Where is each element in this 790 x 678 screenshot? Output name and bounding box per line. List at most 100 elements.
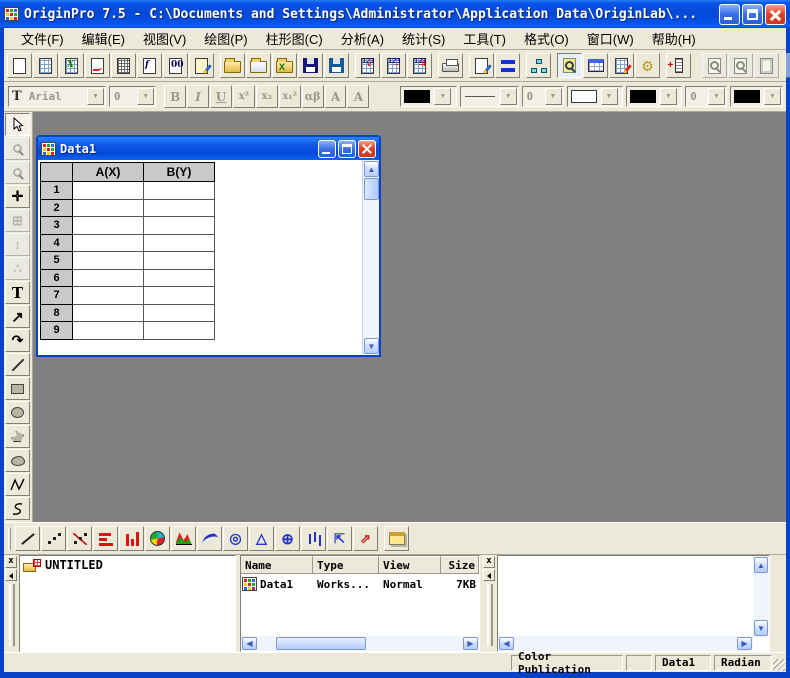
import-multiple-ascii-button[interactable]: 123⇉ <box>407 53 432 78</box>
open-button[interactable] <box>220 53 245 78</box>
new-layout-button[interactable]: 00 <box>163 53 188 78</box>
cell-a7[interactable] <box>73 287 144 305</box>
line-symbol-plot-button[interactable] <box>67 526 92 551</box>
screen-reader-tool-button[interactable]: ✛ <box>5 185 30 208</box>
data1-maximize-button[interactable] <box>338 140 356 158</box>
cell-a6[interactable] <box>73 270 144 288</box>
save-template-button[interactable] <box>324 53 349 78</box>
pointer-tool-button[interactable] <box>5 113 30 136</box>
results-log-close-button[interactable]: x <box>483 556 495 568</box>
stock-chart-button[interactable] <box>301 526 326 551</box>
pattern-width-combo[interactable]: 0▼ <box>685 86 727 107</box>
row-header[interactable]: 9 <box>40 322 73 340</box>
menu-analysis[interactable]: 分析(A) <box>332 27 393 50</box>
new-function-button[interactable]: f <box>137 53 162 78</box>
fill-color-combo[interactable]: ▼ <box>626 86 682 107</box>
menu-format[interactable]: 格式(O) <box>515 27 578 50</box>
row-header[interactable]: 8 <box>40 305 73 323</box>
vector-xyxy-button[interactable]: ⇗ <box>353 526 378 551</box>
circle-tool-button[interactable] <box>5 401 30 424</box>
decrease-font-button[interactable]: A <box>347 85 369 108</box>
title-bar[interactable]: OriginPro 7.5 - C:\Documents and Setting… <box>0 0 790 28</box>
app-icon[interactable] <box>4 7 19 21</box>
font-combo-arrow[interactable]: ▼ <box>87 88 104 105</box>
rescale-graph-button[interactable] <box>785 53 790 78</box>
data-reader-tool-button[interactable]: ⊞ <box>5 209 30 232</box>
menu-edit[interactable]: 编辑(E) <box>73 27 134 50</box>
whole-page-button[interactable] <box>754 53 779 78</box>
cell-a1[interactable] <box>73 182 144 200</box>
spline-plot-button[interactable] <box>197 526 222 551</box>
cell-b9[interactable] <box>144 322 215 340</box>
line-width-combo[interactable]: 0▼ <box>522 86 564 107</box>
subscript-button[interactable]: x₂ <box>256 85 278 108</box>
close-button[interactable] <box>765 4 786 25</box>
list-header-view[interactable]: View <box>379 556 441 574</box>
menu-window[interactable]: 窗口(W) <box>578 27 643 50</box>
scroll-right-button[interactable]: ▶ <box>737 637 752 650</box>
import-ascii-button[interactable]: 123↙ <box>355 53 380 78</box>
data1-close-button[interactable] <box>358 140 376 158</box>
cell-b7[interactable] <box>144 287 215 305</box>
scroll-up-button[interactable]: ▲ <box>754 557 768 573</box>
worksheet-vertical-scrollbar[interactable]: ▲ ▼ <box>362 160 379 355</box>
list-item-data1[interactable]: Data1 Works... Normal 7KB <box>241 574 479 594</box>
row-header[interactable]: 5 <box>40 252 73 270</box>
row-header[interactable]: 4 <box>40 235 73 253</box>
cell-b5[interactable] <box>144 252 215 270</box>
project-explorer-button[interactable] <box>526 53 551 78</box>
project-explorer-grip[interactable] <box>9 584 15 646</box>
ternary-plot-button[interactable]: △ <box>249 526 274 551</box>
line-plot-button[interactable] <box>15 526 40 551</box>
data-selector-tool-button[interactable]: ↕ <box>5 233 30 256</box>
list-horizontal-scrollbar[interactable]: ◀ ▶ <box>241 636 479 651</box>
view-windows-button[interactable] <box>583 53 608 78</box>
results-log-grip[interactable] <box>487 584 493 646</box>
new-graph-button[interactable] <box>85 53 110 78</box>
font-size-combo-arrow[interactable]: ▼ <box>137 88 154 105</box>
row-header[interactable]: 6 <box>40 270 73 288</box>
arrow-tool-button[interactable]: ↗ <box>5 305 30 328</box>
menu-statistics[interactable]: 统计(S) <box>393 27 454 50</box>
scatter-plot-button[interactable] <box>41 526 66 551</box>
data1-minimize-button[interactable] <box>318 140 336 158</box>
zoom-in-tool-button[interactable] <box>5 137 30 160</box>
zoom-out-tool-button[interactable] <box>5 161 30 184</box>
row-header[interactable]: 7 <box>40 287 73 305</box>
scroll-down-button[interactable]: ▼ <box>364 338 379 354</box>
polyline-tool-button[interactable] <box>5 473 30 496</box>
add-new-columns-button[interactable] <box>666 53 691 78</box>
menu-file[interactable]: 文件(F) <box>12 27 73 50</box>
bold-button[interactable]: B <box>164 85 186 108</box>
cell-a5[interactable] <box>73 252 144 270</box>
results-log-content[interactable]: ▲ ▼ ◀ ▶ <box>497 555 770 652</box>
row-header[interactable]: 1 <box>40 182 73 200</box>
results-log-collapse-button[interactable] <box>483 569 495 581</box>
line-style-combo[interactable]: ▼ <box>460 86 519 107</box>
cell-b1[interactable] <box>144 182 215 200</box>
list-header-name[interactable]: Name <box>241 556 313 574</box>
cell-b8[interactable] <box>144 305 215 323</box>
code-builder-button[interactable]: ⚙ <box>635 53 660 78</box>
project-explorer-collapse-button[interactable] <box>5 569 17 581</box>
cell-a3[interactable] <box>73 217 144 235</box>
new-notes-button[interactable] <box>189 53 214 78</box>
freehand-tool-button[interactable] <box>5 497 30 520</box>
maximize-button[interactable] <box>742 4 763 25</box>
print-button[interactable] <box>438 53 463 78</box>
project-explorer-close-button[interactable]: x <box>5 556 17 568</box>
menu-help[interactable]: 帮助(H) <box>643 27 705 50</box>
open-excel-button[interactable]: X <box>272 53 297 78</box>
scroll-right-button[interactable]: ▶ <box>463 637 478 650</box>
cell-a2[interactable] <box>73 200 144 218</box>
cell-b3[interactable] <box>144 217 215 235</box>
scroll-thumb[interactable] <box>276 637 366 650</box>
cell-b6[interactable] <box>144 270 215 288</box>
list-header-type[interactable]: Type <box>313 556 379 574</box>
font-size-combo[interactable]: 0 ▼ <box>109 86 156 107</box>
resize-grip[interactable] <box>773 659 785 671</box>
superscript-button[interactable]: x² <box>233 85 255 108</box>
line-tool-button[interactable] <box>5 353 30 376</box>
results-log-button[interactable] <box>557 53 582 78</box>
toolbar-grip[interactable] <box>8 528 11 550</box>
